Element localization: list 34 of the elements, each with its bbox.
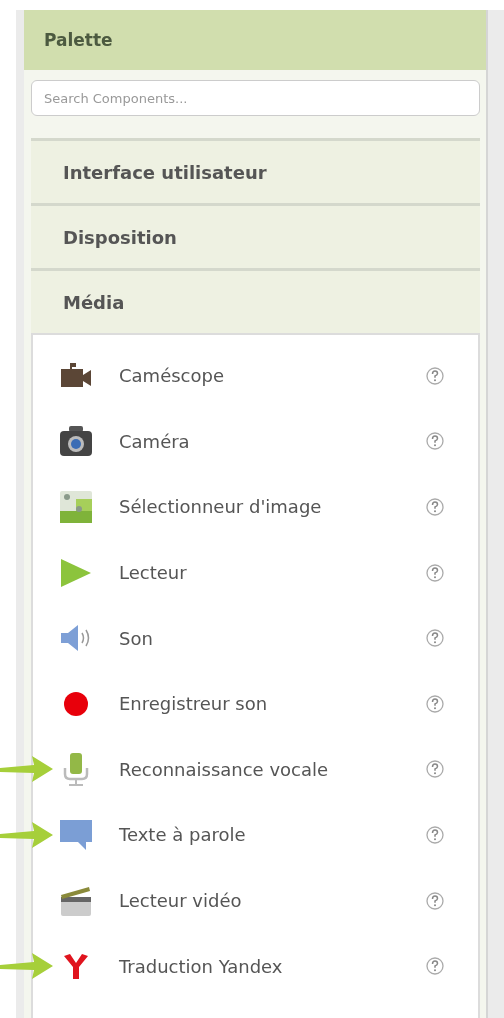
- help-icon[interactable]: [426, 629, 444, 648]
- speech-bubble-icon: [59, 818, 93, 851]
- component-name[interactable]: Caméra: [113, 430, 426, 452]
- play-icon: [60, 557, 92, 588]
- help-icon[interactable]: [426, 694, 444, 713]
- help-icon[interactable]: [426, 825, 444, 844]
- category-header[interactable]: Disposition: [31, 203, 480, 268]
- component-name[interactable]: Lecteur vidéo: [113, 890, 426, 912]
- help-icon[interactable]: [426, 498, 444, 516]
- component-name[interactable]: Sélectionneur d'image: [113, 496, 426, 518]
- category-header[interactable]: Média: [31, 268, 480, 333]
- help-icon[interactable]: [426, 432, 444, 451]
- component-name[interactable]: Son: [113, 627, 426, 649]
- help-icon[interactable]: [426, 891, 444, 910]
- component-name[interactable]: Reconnaissance vocale: [113, 758, 426, 780]
- component-name[interactable]: Lecteur: [113, 562, 426, 584]
- speaker-icon: [60, 624, 92, 653]
- camera-icon: [59, 424, 93, 459]
- help-icon[interactable]: [426, 957, 444, 976]
- clapperboard-icon: [60, 884, 92, 917]
- palette-header: Palette: [24, 10, 486, 70]
- component-name[interactable]: Caméscope: [113, 365, 426, 387]
- microphone-icon: [63, 752, 89, 787]
- y-logo-icon: [62, 952, 90, 981]
- image-picker-icon: [60, 491, 92, 523]
- search-field[interactable]: Search Components...: [31, 80, 480, 116]
- help-icon[interactable]: [426, 760, 444, 779]
- category-header[interactable]: Interface utilisateur: [31, 138, 480, 203]
- component-name[interactable]: Texte à parole: [113, 824, 426, 846]
- component-name[interactable]: Enregistreur son: [113, 693, 426, 715]
- help-icon[interactable]: [426, 366, 444, 385]
- component-name[interactable]: Traduction Yandex: [113, 955, 426, 977]
- record-dot-icon: [64, 691, 88, 716]
- help-icon[interactable]: [426, 563, 444, 582]
